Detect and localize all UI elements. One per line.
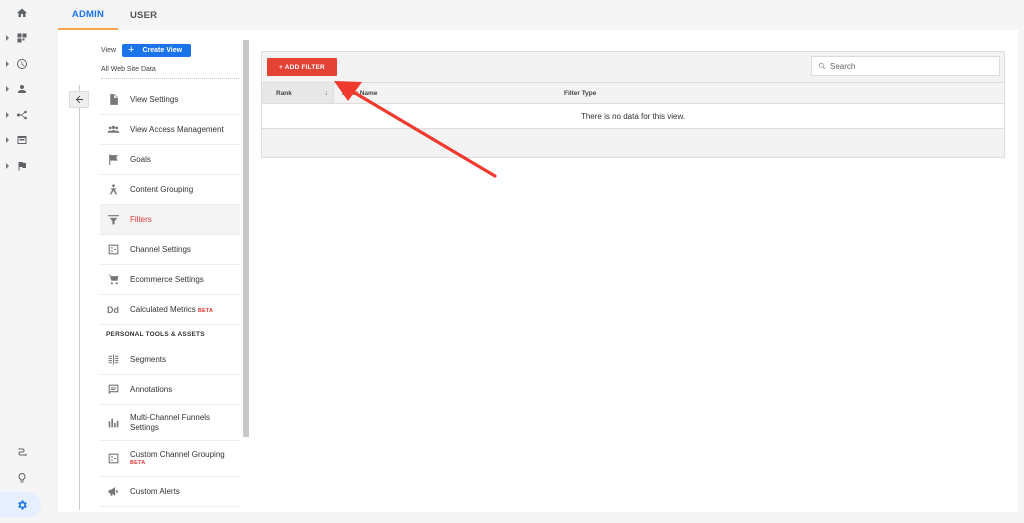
caret-right-icon (6, 137, 9, 143)
caret-right-icon (6, 112, 9, 118)
back-button[interactable] (69, 91, 89, 108)
arrow-left-icon (75, 95, 83, 104)
rail-acquisition[interactable] (0, 104, 44, 126)
view-label: View (101, 47, 117, 54)
tab-user[interactable]: USER (118, 0, 169, 30)
divider (101, 78, 239, 79)
add-filter-button[interactable]: + ADD FILTER (267, 58, 337, 76)
search-box[interactable] (811, 56, 1000, 76)
sidebar-item-view-access-management[interactable]: View Access Management (100, 115, 240, 145)
caret-right-icon (6, 35, 9, 41)
sidebar-item-channel-settings[interactable]: Channel Settings (100, 235, 240, 265)
sidebar-scrollbar[interactable] (243, 40, 249, 437)
beta-badge: BETA (197, 307, 214, 314)
table-footer (262, 129, 1004, 156)
calculated-metrics-icon: Dd (107, 304, 119, 315)
rail-discover[interactable] (0, 467, 44, 489)
section-header-personal-tools: PERSONAL TOOLS & ASSETS (106, 331, 205, 338)
filters-table-panel: + ADD FILTER Rank ↓ Filter Name Filter T… (261, 51, 1005, 158)
view-selector-row: View + Create View (101, 44, 192, 57)
current-view-name[interactable]: All Web Site Data (101, 66, 156, 73)
sidebar-item-segments[interactable]: Segments (100, 345, 240, 375)
rail-attribution[interactable] (0, 442, 44, 464)
dashboard-icon (15, 31, 29, 45)
home-icon (15, 6, 29, 20)
column-header-filter-name[interactable]: Filter Name (334, 83, 564, 103)
filter-icon (106, 213, 120, 227)
tab-admin[interactable]: ADMIN (58, 0, 118, 30)
table-toolbar: + ADD FILTER (262, 52, 1004, 82)
create-view-button[interactable]: + Create View (122, 44, 192, 57)
column-header-filter-type[interactable]: Filter Type (564, 83, 596, 103)
attribution-icon (15, 446, 29, 460)
rail-home[interactable] (0, 2, 44, 24)
cart-icon (106, 273, 120, 287)
document-icon (106, 93, 120, 107)
rail-admin[interactable] (0, 494, 44, 516)
content-grouping-icon (106, 183, 120, 197)
caret-right-icon (6, 163, 9, 169)
channel-settings-icon (106, 243, 120, 257)
caret-right-icon (6, 86, 9, 92)
flag-icon (106, 153, 120, 167)
rail-conversions[interactable] (0, 155, 44, 177)
flag-icon (15, 159, 29, 173)
lightbulb-icon (15, 471, 29, 485)
caret-right-icon (6, 61, 9, 67)
rail-behavior[interactable] (0, 129, 44, 151)
rail-audience[interactable] (0, 78, 44, 100)
annotations-icon (106, 383, 120, 397)
beta-badge: BETA (130, 460, 146, 467)
sidebar-item-ecommerce-settings[interactable]: Ecommerce Settings (100, 265, 240, 295)
sidebar-item-custom-channel-grouping[interactable]: Custom Channel Grouping BETA (100, 441, 240, 477)
rail-customization[interactable] (0, 27, 44, 49)
view-settings-list: View Settings View Access Management Goa… (100, 85, 240, 507)
clock-icon (15, 57, 29, 71)
admin-user-tabs: ADMIN USER (58, 0, 169, 30)
sidebar-item-calculated-metrics[interactable]: Dd Calculated Metrics BETA (100, 295, 240, 325)
create-view-label: Create View (142, 47, 183, 54)
person-icon (15, 82, 29, 96)
megaphone-icon (106, 485, 120, 499)
search-input[interactable] (830, 61, 990, 71)
sidebar-item-goals[interactable]: Goals (100, 145, 240, 175)
column-divider (79, 85, 80, 510)
sidebar-item-filters[interactable]: Filters (100, 205, 240, 235)
gear-icon (15, 498, 29, 512)
people-icon (106, 123, 120, 137)
plus-icon: + (128, 44, 135, 56)
bar-chart-icon (106, 416, 120, 430)
sidebar-item-custom-alerts[interactable]: Custom Alerts (100, 477, 240, 507)
sidebar-item-content-grouping[interactable]: Content Grouping (100, 175, 240, 205)
column-header-rank[interactable]: Rank ↓ (262, 83, 334, 103)
behavior-icon (15, 133, 29, 147)
acquisition-icon (15, 108, 29, 122)
table-header: Rank ↓ Filter Name Filter Type (262, 82, 1004, 103)
sidebar-item-view-settings[interactable]: View Settings (100, 85, 240, 115)
rail-realtime[interactable] (0, 53, 44, 75)
search-icon (818, 62, 826, 70)
sort-down-icon: ↓ (324, 89, 329, 97)
sidebar-item-annotations[interactable]: Annotations (100, 375, 240, 405)
admin-card: View + Create View All Web Site Data Vie… (58, 30, 1018, 512)
empty-state-message: There is no data for this view. (262, 103, 1004, 129)
left-nav-rail (0, 0, 44, 523)
sidebar-item-multi-channel-funnels-settings[interactable]: Multi-Channel Funnels Settings (100, 405, 240, 441)
channel-grouping-icon (106, 452, 120, 466)
segments-icon (106, 353, 120, 367)
